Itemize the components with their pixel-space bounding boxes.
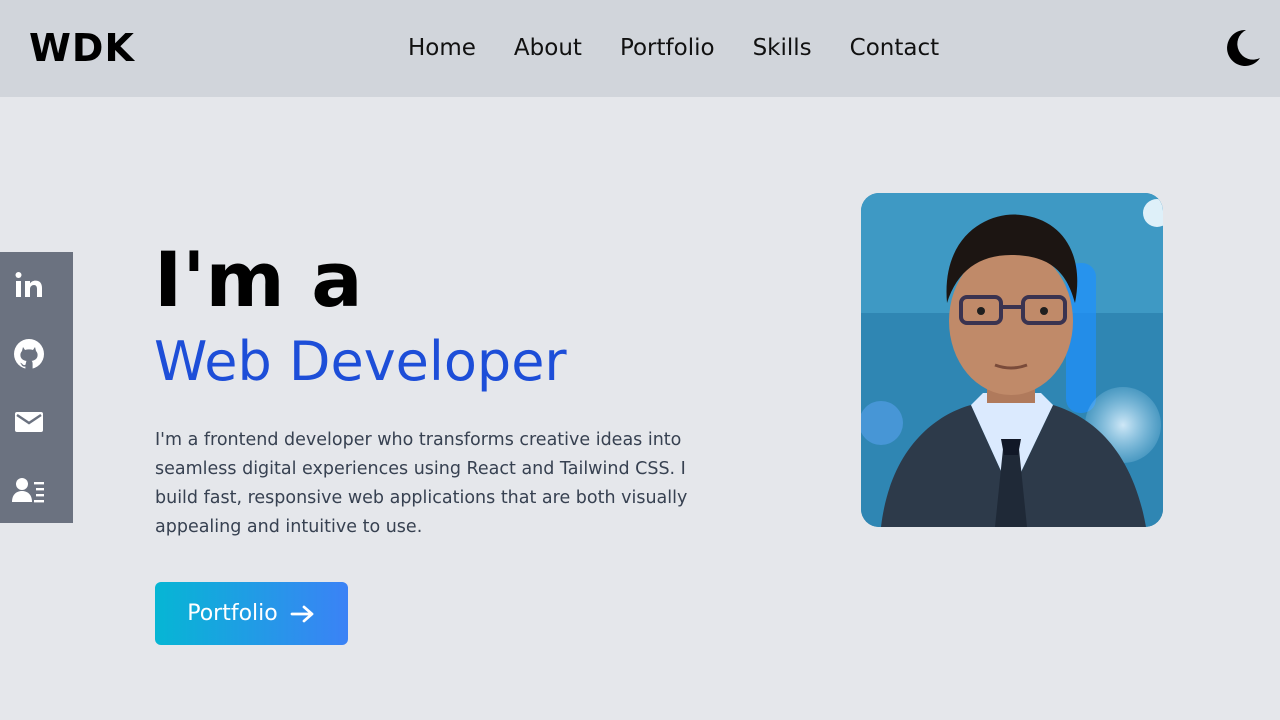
- profile-photo-illustration: [861, 193, 1163, 527]
- hero-role: Web Developer: [154, 330, 567, 393]
- email-icon: [15, 412, 43, 432]
- github-icon: [14, 339, 44, 369]
- portfolio-button[interactable]: Portfolio: [155, 582, 348, 645]
- nav-contact-link[interactable]: Contact: [850, 33, 939, 63]
- hero-description: I'm a frontend developer who transforms …: [155, 430, 688, 537]
- logo[interactable]: WDK: [29, 26, 135, 70]
- main-nav: Home About Portfolio Skills Contact: [408, 33, 939, 63]
- resume-link[interactable]: [12, 473, 46, 507]
- linkedin-link[interactable]: [12, 268, 46, 302]
- moon-icon: [1227, 29, 1260, 66]
- email-link[interactable]: [12, 405, 46, 439]
- nav-home-link[interactable]: Home: [408, 33, 476, 63]
- resume-icon: [12, 478, 44, 503]
- nav-skills-link[interactable]: Skills: [753, 33, 812, 63]
- portfolio-button-label: Portfolio: [187, 601, 278, 626]
- arrow-right-icon: [290, 605, 314, 622]
- nav-portfolio-link[interactable]: Portfolio: [620, 33, 715, 63]
- linkedin-icon: [15, 272, 42, 297]
- theme-toggle-button[interactable]: [1224, 28, 1262, 68]
- profile-photo: [861, 193, 1163, 527]
- hero-heading: I'm a: [154, 235, 363, 324]
- site-header: WDK Home About Portfolio Skills Contact: [0, 0, 1280, 97]
- nav-about-link[interactable]: About: [514, 33, 582, 63]
- github-link[interactable]: [12, 337, 46, 371]
- social-sidebar: [0, 252, 73, 523]
